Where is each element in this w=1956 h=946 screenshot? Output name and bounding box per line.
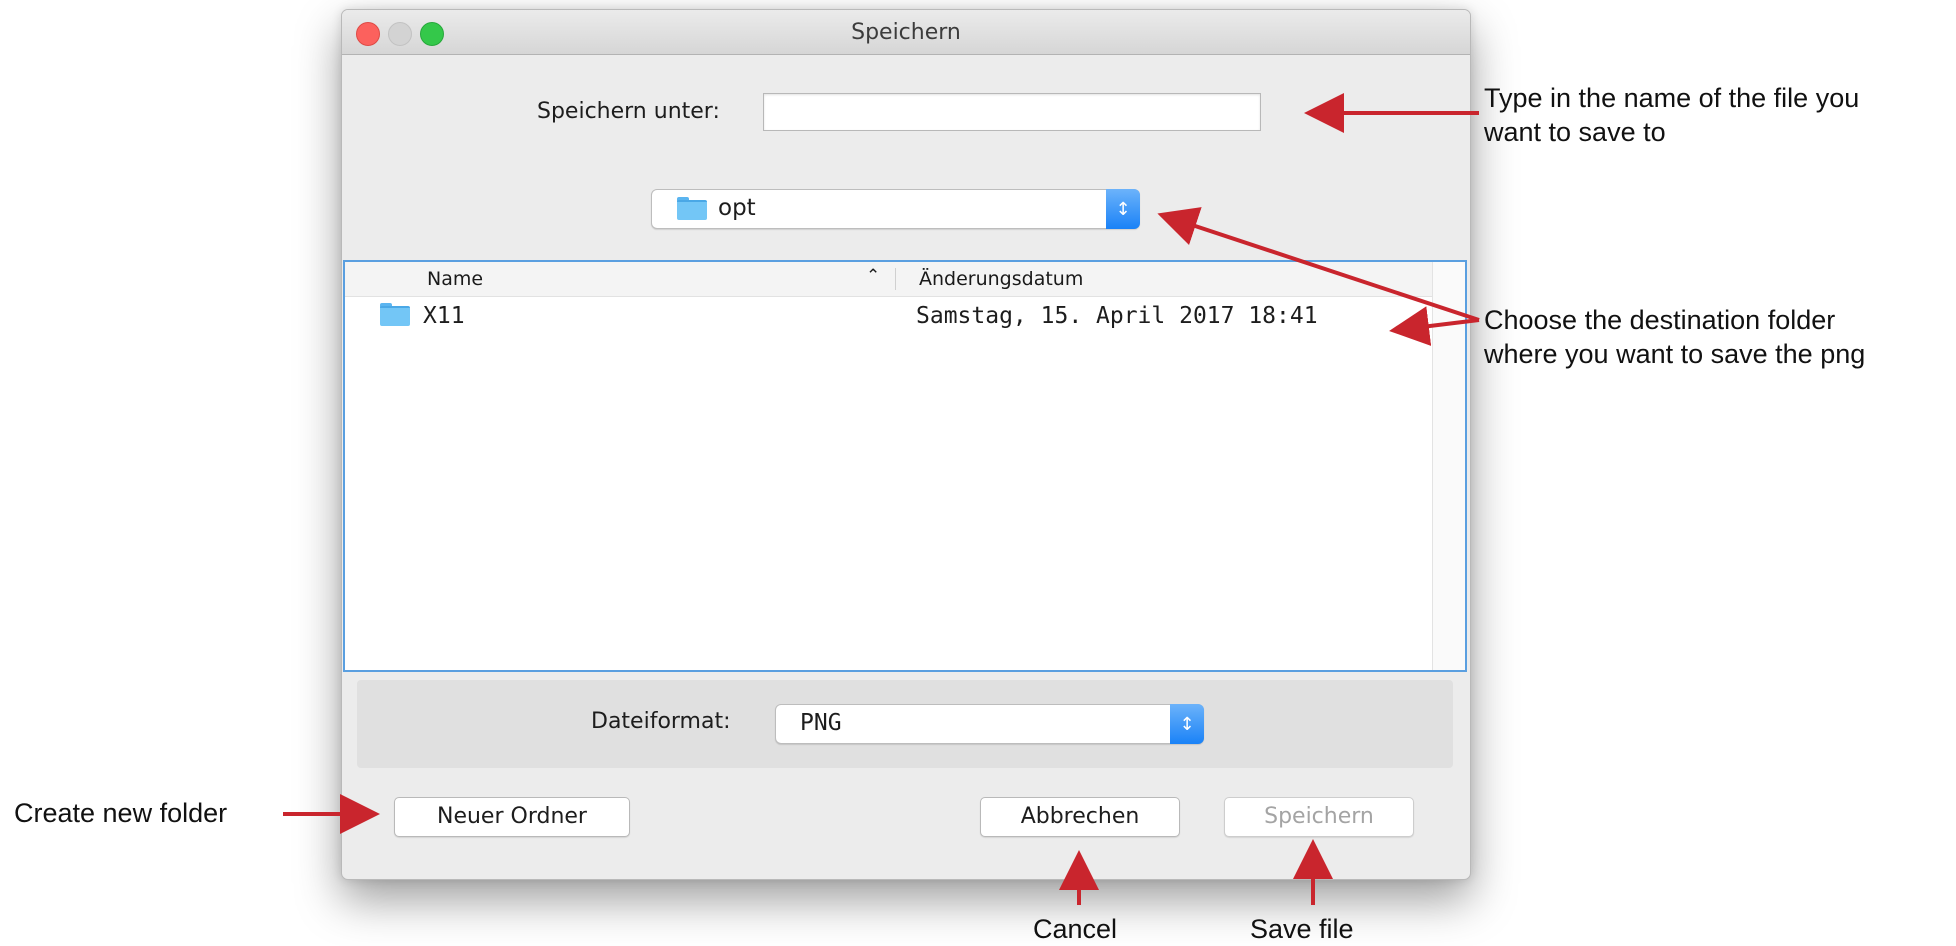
arrow-to-file-list [1389,306,1480,346]
annotation-arrows [283,93,1480,905]
arrow-to-location [1157,207,1480,322]
